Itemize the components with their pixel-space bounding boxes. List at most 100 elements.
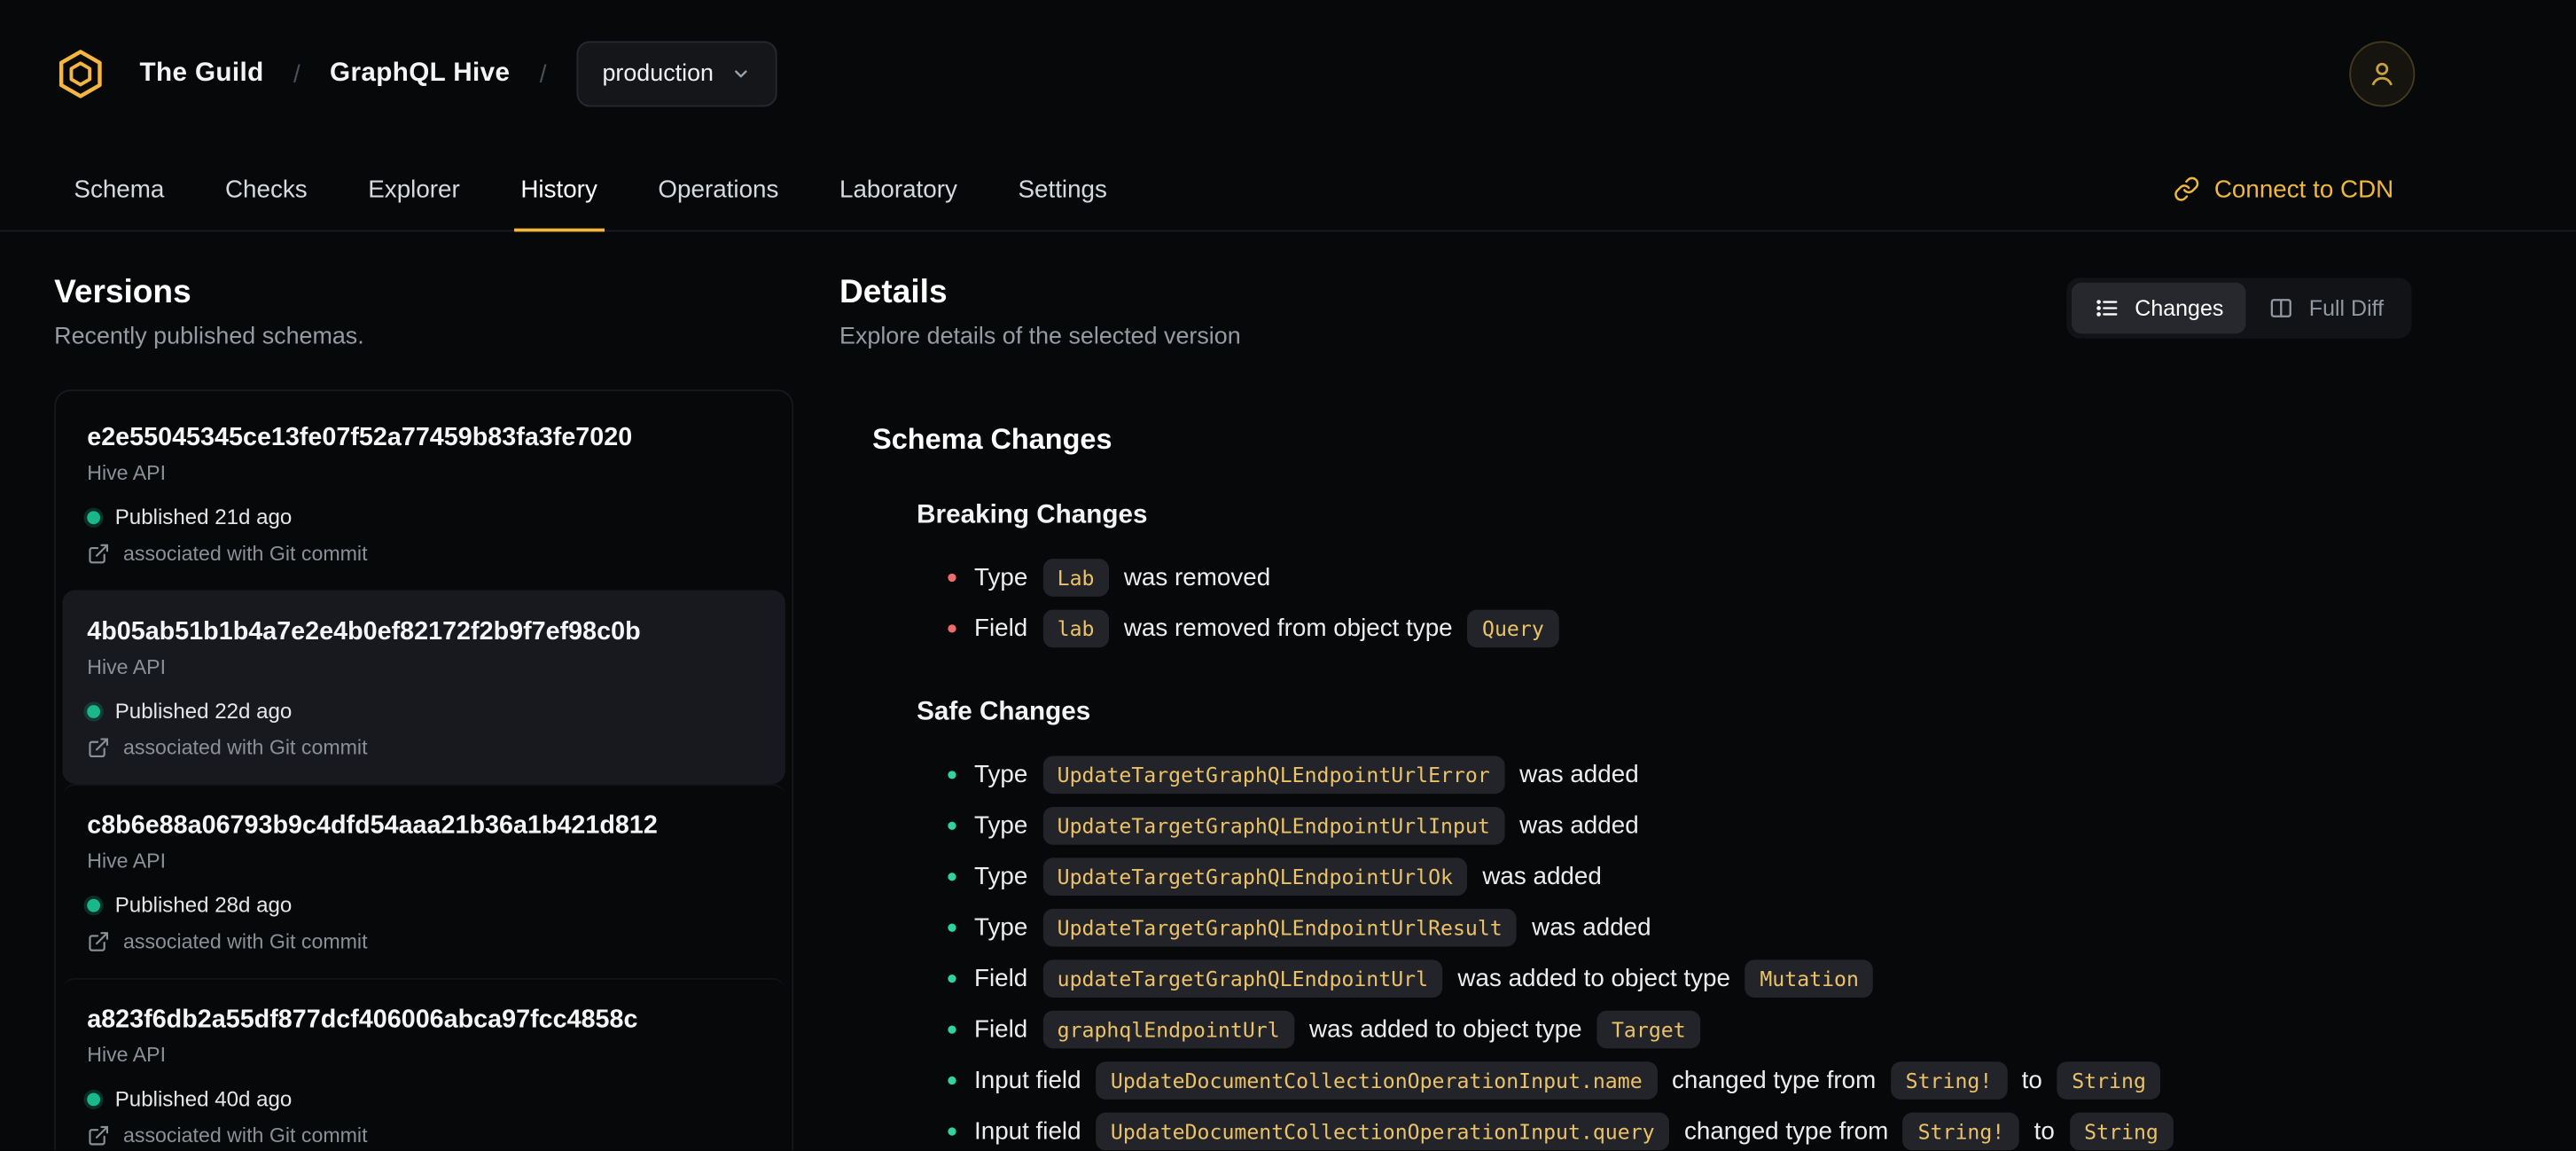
app-window: The Guild / GraphQL Hive / production Sc… [0, 0, 2576, 1151]
change-text: Input field [974, 1117, 1081, 1146]
tab-laboratory[interactable]: Laboratory [833, 148, 964, 231]
change-text: Type [974, 761, 1028, 789]
change-group-title: Breaking Changes [917, 501, 1148, 529]
version-hash: e2e55045345ce13fe07f52a77459b83fa3fe7020 [87, 424, 633, 452]
connect-to-cdn-button[interactable]: Connect to CDN [2174, 175, 2394, 203]
breadcrumb-org[interactable]: The Guild [140, 59, 264, 89]
breadcrumb-project[interactable]: GraphQL Hive [330, 59, 510, 89]
published-dot-icon [87, 1092, 101, 1106]
full-diff-view-button[interactable]: Full Diff [2246, 283, 2407, 333]
tab-checks[interactable]: Checks [219, 148, 315, 231]
change-text: was added [1532, 913, 1651, 942]
version-service: Hive API [87, 850, 167, 873]
main-content: Versions Recently published schemas. e2e… [0, 231, 2576, 1151]
change-text: Field [974, 964, 1028, 993]
header: The Guild / GraphQL Hive / production [0, 0, 2576, 148]
details-title: Details [839, 274, 948, 311]
changes-view-label: Changes [2135, 295, 2224, 321]
hive-logo-icon [59, 50, 102, 98]
change-item: Field graphqlEndpointUrl was added to obje… [948, 1004, 2411, 1054]
change-code-chip: Lab [1042, 559, 1110, 597]
version-git-commit: associated with Git commit [122, 1124, 368, 1147]
tab-schema[interactable]: Schema [67, 148, 171, 231]
change-text: to [2033, 1117, 2055, 1146]
change-code-chip: String! [1890, 1061, 2007, 1100]
version-card[interactable]: e2e55045345ce13fe07f52a77459b83fa3fe7020… [62, 397, 785, 590]
published-dot-icon [87, 510, 101, 524]
change-group: Breaking Changes Type Lab was removed Field l… [872, 501, 2412, 654]
bullet-icon [948, 975, 956, 983]
version-published: Published 21d ago [114, 504, 293, 529]
details-header: Details Explore details of the selected … [839, 275, 2412, 350]
breadcrumb-separator: / [539, 59, 547, 89]
change-code-chip: lab [1042, 609, 1110, 648]
git-commit-link-icon [89, 738, 109, 758]
version-published: Published 28d ago [114, 892, 293, 918]
details-subtitle: Explore details of the selected version [839, 324, 1241, 350]
change-code-chip: String [2057, 1061, 2161, 1100]
version-published: Published 22d ago [114, 698, 293, 724]
change-item: Field lab was removed from object type Quer… [948, 603, 2411, 654]
change-text: Field [974, 615, 1028, 643]
user-avatar-button[interactable] [2349, 41, 2416, 107]
change-item: Type UpdateTargetGraphQLEndpointUrlError w… [948, 749, 2411, 800]
change-text: was added [1519, 761, 1639, 789]
list-icon [2097, 300, 2119, 317]
version-hash: 4b05ab51b1b4a7e2e4b0ef82172f2b9f7ef98c0b [87, 617, 641, 646]
version-hash: a823f6db2a55df877dcf406006abca97fcc4858c [87, 1006, 638, 1034]
breadcrumb: The Guild / GraphQL Hive / production [140, 41, 778, 107]
change-text: was added to object type [1309, 1015, 1582, 1044]
tab-history[interactable]: History [513, 148, 604, 232]
change-code-chip: UpdateTargetGraphQLEndpointUrlOk [1042, 857, 1468, 897]
versions-title: Versions [54, 274, 191, 311]
version-list: e2e55045345ce13fe07f52a77459b83fa3fe7020… [54, 389, 794, 1151]
version-git-commit: associated with Git commit [122, 929, 368, 953]
link-icon [2174, 176, 2198, 201]
change-item: Input field UpdateDocumentCollectionOpera… [948, 1055, 2411, 1106]
changes-view-button[interactable]: Changes [2072, 282, 2247, 334]
version-card[interactable]: a823f6db2a55df877dcf406006abca97fcc4858c… [62, 977, 785, 1151]
change-code-chip: UpdateTargetGraphQLEndpointUrlResult [1042, 908, 1518, 947]
git-commit-link-icon [89, 1125, 109, 1146]
tab-explorer[interactable]: Explorer [362, 148, 466, 231]
change-text: to [2021, 1066, 2042, 1095]
change-code-chip: graphqlEndpointUrl [1042, 1010, 1295, 1049]
version-hash: c8b6e88a06793b9c4dfd54aaa21b36a1b421d812 [87, 811, 658, 841]
bullet-icon [948, 821, 956, 830]
change-text: Input field [974, 1066, 1081, 1095]
tab-settings[interactable]: Settings [1011, 148, 1113, 231]
connect-to-cdn-label: Connect to CDN [2213, 175, 2394, 203]
change-text: Type [974, 913, 1028, 942]
version-card[interactable]: c8b6e88a06793b9c4dfd54aaa21b36a1b421d812… [62, 784, 785, 978]
versions-subtitle: Recently published schemas. [54, 324, 364, 350]
version-git-commit: associated with Git commit [122, 542, 368, 566]
full-diff-view-label: Full Diff [2308, 295, 2385, 321]
schema-changes-title: Schema Changes [872, 422, 1112, 456]
breadcrumb-separator: / [293, 59, 301, 89]
change-text: Type [974, 862, 1028, 891]
change-code-chip: updateTargetGraphQLEndpointUrl [1042, 959, 1443, 998]
bullet-icon [948, 873, 956, 881]
change-text: Type [974, 811, 1028, 841]
details-title-block: Details Explore details of the selected … [839, 275, 1241, 350]
change-item: Field updateTargetGraphQLEndpointUrl was a… [948, 953, 2411, 1004]
bullet-icon [948, 1127, 956, 1136]
version-git-commit: associated with Git commit [122, 736, 368, 760]
change-group-title: Safe Changes [917, 698, 1091, 727]
bullet-icon [948, 1076, 956, 1085]
published-dot-icon [87, 704, 101, 717]
target-selector-value: production [602, 60, 714, 88]
version-published: Published 40d ago [114, 1086, 293, 1111]
nav-tabs: Schema Checks Explorer History Operations Lab… [67, 148, 1161, 232]
change-code-chip: Query [1467, 609, 1559, 648]
change-code-chip: UpdateTargetGraphQLEndpointUrlError [1042, 756, 1505, 795]
tab-operations[interactable]: Operations [652, 148, 785, 231]
target-selector-dropdown[interactable]: production [575, 41, 778, 107]
version-card[interactable]: 4b05ab51b1b4a7e2e4b0ef82172f2b9f7ef98c0b… [62, 590, 785, 785]
version-service: Hive API [87, 461, 167, 485]
change-code-chip: UpdateDocumentCollectionOperationInput.q… [1096, 1112, 1670, 1151]
change-code-chip: Target [1596, 1010, 1701, 1049]
git-commit-link-icon [89, 932, 109, 951]
details-panel: Details Explore details of the selected … [839, 275, 2412, 1151]
change-code-chip: UpdateDocumentCollectionOperationInput.n… [1096, 1061, 1658, 1100]
